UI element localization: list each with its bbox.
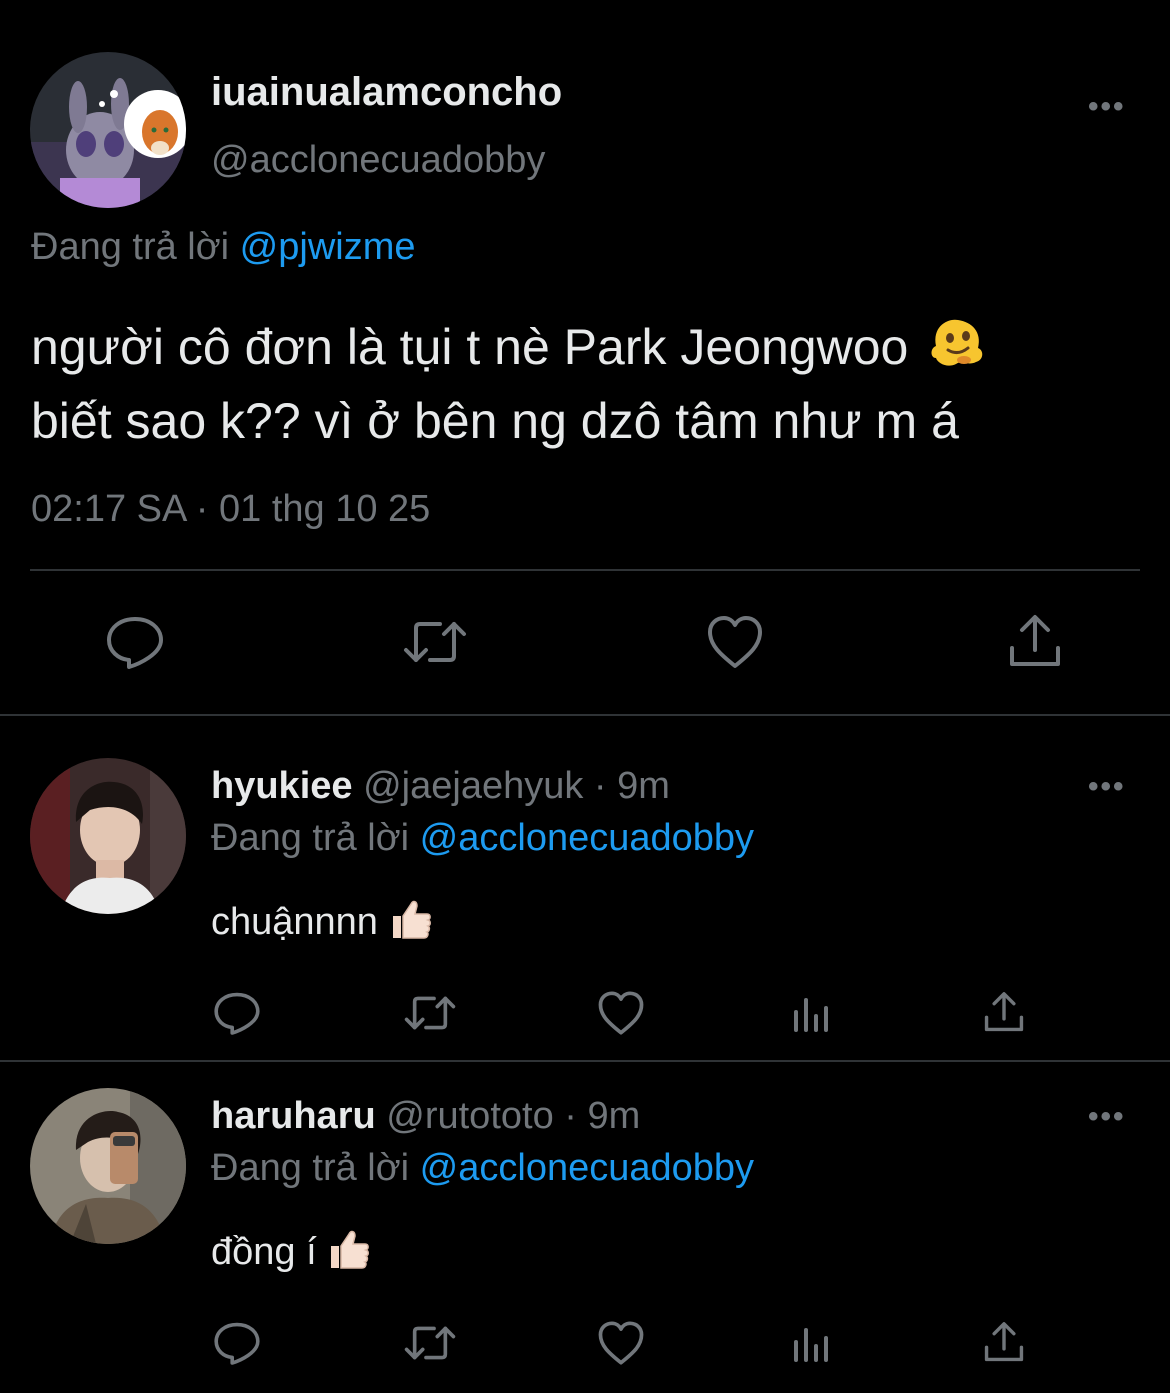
reply-text: chuậnnnn <box>211 898 433 950</box>
more-options-icon[interactable]: ••• <box>1088 92 1126 122</box>
like-icon[interactable] <box>706 614 764 670</box>
replying-to-mention[interactable]: @acclonecuadobby <box>420 817 754 859</box>
views-icon[interactable] <box>792 1324 834 1364</box>
replying-to-mention[interactable]: @pjwizme <box>240 226 416 268</box>
melting-face-emoji-icon <box>928 316 986 386</box>
more-options-icon[interactable]: ••• <box>1088 1102 1126 1132</box>
divider <box>30 569 1140 571</box>
display-name[interactable]: haruharu <box>211 1095 376 1137</box>
thumbs-up-emoji-icon <box>389 898 433 950</box>
share-icon[interactable] <box>983 990 1025 1034</box>
avatar[interactable] <box>30 758 186 914</box>
like-icon[interactable] <box>597 990 645 1036</box>
thumbs-up-emoji-icon <box>327 1228 371 1280</box>
reply-header: haruharu @rutototo · 9m <box>211 1095 640 1138</box>
section-divider <box>0 1060 1170 1062</box>
reply-icon[interactable] <box>105 614 165 670</box>
reply-age[interactable]: · 9m <box>564 1095 640 1137</box>
replying-to: Đang trả lời @acclonecuadobby <box>211 817 754 860</box>
like-icon[interactable] <box>597 1320 645 1366</box>
reply-icon[interactable] <box>213 1320 261 1366</box>
reply-icon[interactable] <box>213 990 261 1036</box>
avatar[interactable] <box>30 1088 186 1244</box>
section-divider <box>0 714 1170 716</box>
replying-to-label: Đang trả lời <box>211 817 410 859</box>
reply-text: đồng í <box>211 1228 371 1280</box>
tweet-text-line-2: biết sao k?? vì ở bên ng dzô tâm như m á <box>31 392 959 449</box>
replying-to-label: Đang trả lời <box>211 1147 410 1189</box>
reply-age[interactable]: · 9m <box>594 765 670 807</box>
reply-text-body: chuậnnnn <box>211 901 378 944</box>
replying-to-label: Đang trả lời <box>31 226 230 268</box>
more-options-icon[interactable]: ••• <box>1088 772 1126 802</box>
user-handle[interactable]: @acclonecuadobby <box>211 139 545 182</box>
reply-text-body: đồng í <box>211 1231 317 1274</box>
display-name[interactable]: iuainualamconcho <box>211 70 562 115</box>
display-name[interactable]: hyukiee <box>211 765 353 807</box>
retweet-icon[interactable] <box>401 1322 459 1364</box>
reply-header: hyukiee @jaejaehyuk · 9m <box>211 765 670 808</box>
avatar[interactable] <box>30 52 186 208</box>
views-icon[interactable] <box>792 994 834 1034</box>
tweet-text: người cô đơn là tụi t nè Park Jeongwoo b… <box>31 312 986 456</box>
retweet-icon[interactable] <box>400 616 470 668</box>
retweet-icon[interactable] <box>401 992 459 1034</box>
share-icon[interactable] <box>1008 612 1062 670</box>
replying-to: Đang trả lời @pjwizme <box>31 226 416 269</box>
replying-to: Đang trả lời @acclonecuadobby <box>211 1147 754 1190</box>
user-handle[interactable]: @jaejaehyuk <box>363 765 583 807</box>
replying-to-mention[interactable]: @acclonecuadobby <box>420 1147 754 1189</box>
share-icon[interactable] <box>983 1320 1025 1364</box>
tweet-text-line-1: người cô đơn là tụi t nè Park Jeongwoo <box>31 319 909 375</box>
tweet-timestamp[interactable]: 02:17 SA · 01 thg 10 25 <box>31 488 430 531</box>
user-handle[interactable]: @rutototo <box>386 1095 553 1137</box>
